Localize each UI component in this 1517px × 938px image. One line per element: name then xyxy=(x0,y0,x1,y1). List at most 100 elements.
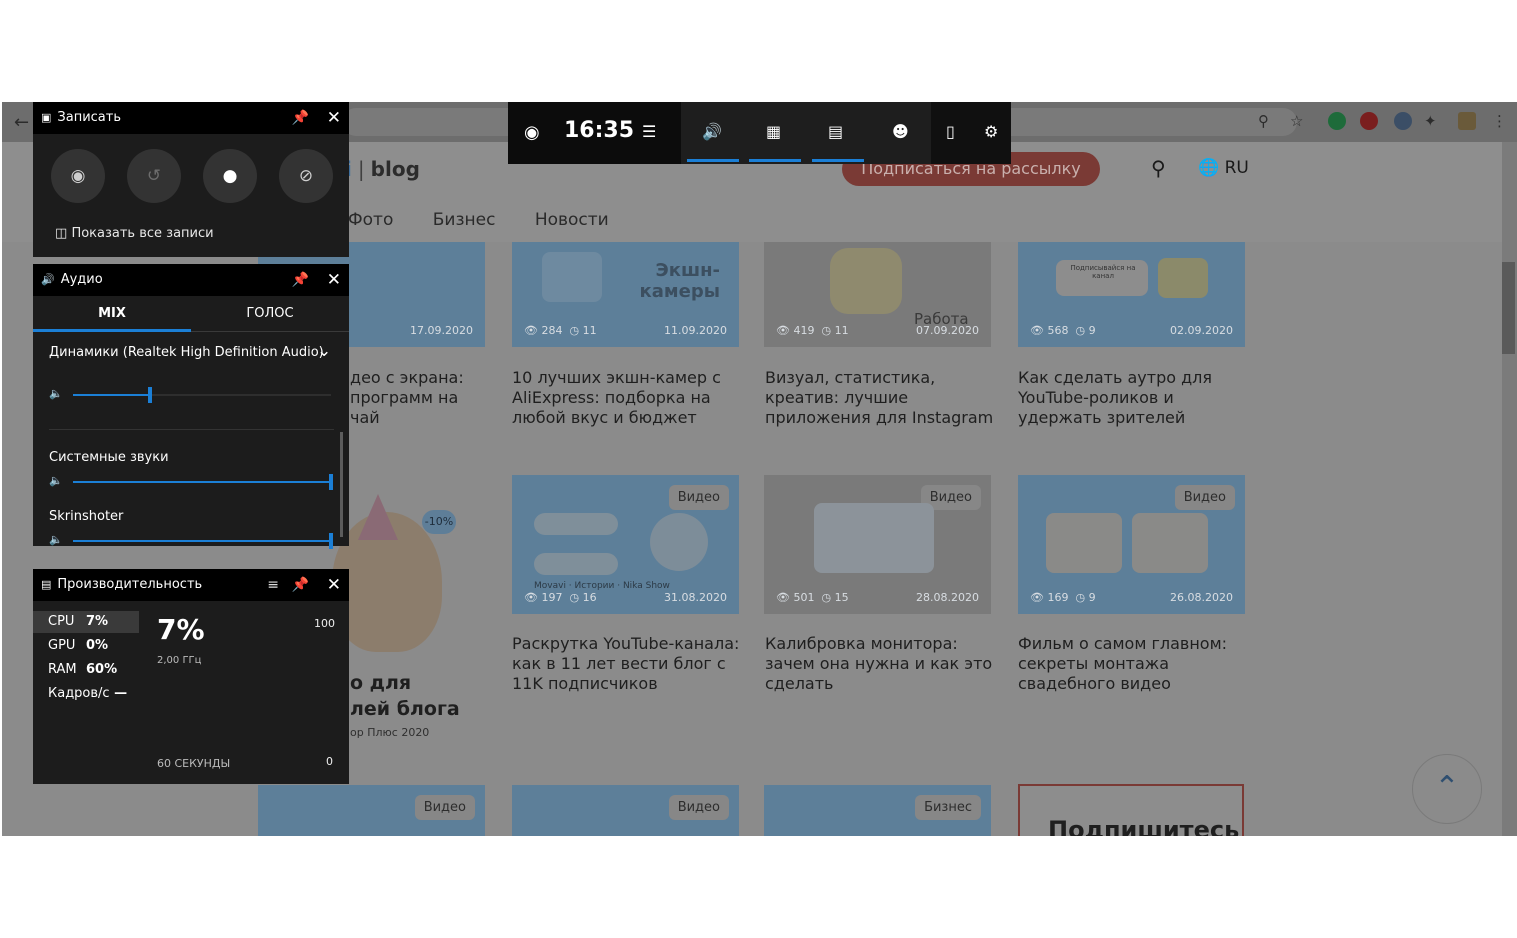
clock-icon: ◷ xyxy=(821,324,832,337)
close-icon[interactable]: ✕ xyxy=(327,264,341,296)
options-icon[interactable]: ≡ xyxy=(267,569,279,601)
star-icon[interactable]: ☆ xyxy=(1290,112,1303,130)
article-views: 501 xyxy=(793,591,815,604)
article-title[interactable]: Как сделать аутро для YouTube-роликов и … xyxy=(1018,368,1250,428)
nav-item-news[interactable]: Новости xyxy=(535,210,609,230)
audio-widget-icon[interactable]: 🔊 xyxy=(702,122,722,141)
audio-scrollbar[interactable] xyxy=(340,432,343,537)
article-image[interactable]: Видео 👁 169 ◷ 9 26.08.2020 xyxy=(1018,475,1245,614)
avatar-icon[interactable] xyxy=(1458,112,1476,130)
promo-title-line2[interactable]: лей блога xyxy=(350,698,460,720)
article-read-time: 11 xyxy=(834,324,849,337)
article-image[interactable]: Бизнес xyxy=(764,785,991,836)
article-title[interactable]: 10 лучших экшн-камер с AliExpress: подбо… xyxy=(512,368,744,428)
party-hat-icon xyxy=(358,494,398,540)
pin-icon[interactable]: 📌 xyxy=(292,102,309,134)
show-all-captures-link[interactable]: ◫ Показать все записи xyxy=(55,226,214,241)
perf-stat-ram[interactable]: RAM 60% xyxy=(33,659,139,681)
search-icon[interactable]: ⚲ xyxy=(1151,156,1166,180)
article-date: 26.08.2020 xyxy=(1170,591,1233,604)
capture-widget-header: ▣ Записать 📌 ✕ xyxy=(33,102,349,134)
article-title[interactable]: Раскрутка YouTube-канала: как в 11 лет в… xyxy=(512,634,744,694)
logo-blog: blog xyxy=(370,157,420,181)
start-recording-button[interactable]: ● xyxy=(203,149,257,203)
mic-toggle-button[interactable]: ⊘ xyxy=(279,149,333,203)
article-image[interactable]: Видео 👁 501 ◷ 15 28.08.2020 xyxy=(764,475,991,614)
promo-title-line1[interactable]: о для xyxy=(350,672,411,694)
article-image[interactable]: Видео xyxy=(258,785,485,836)
article-date: 31.08.2020 xyxy=(664,591,727,604)
subscribe-block[interactable]: Подпишитесь xyxy=(1018,784,1244,836)
adblock-icon[interactable] xyxy=(1360,112,1378,130)
tab-voice[interactable]: ГОЛОС xyxy=(191,296,349,332)
app-volume-slider[interactable] xyxy=(73,474,333,490)
audio-widget-header: 🔊 Аудио 📌 ✕ xyxy=(33,264,349,296)
article-views: 284 xyxy=(541,324,563,337)
article-image[interactable]: Работа 👁 419 ◷ 11 07.09.2020 xyxy=(764,242,991,347)
chevron-down-icon[interactable]: ⌄ xyxy=(317,341,331,361)
tab-mix[interactable]: MIX xyxy=(33,296,191,332)
article-views: 568 xyxy=(1047,324,1069,337)
close-icon[interactable]: ✕ xyxy=(327,102,341,134)
menu-icon[interactable]: ☰ xyxy=(642,122,656,141)
nav-item-business[interactable]: Бизнес xyxy=(433,210,496,230)
camera-icon: ◉ xyxy=(70,166,86,186)
eye-icon: 👁 xyxy=(776,324,790,337)
active-indicator xyxy=(749,159,801,162)
record-icon: ● xyxy=(222,166,238,186)
capture-icon: ▣ xyxy=(41,111,52,124)
article-image[interactable]: Подписывайся на канал 👁 568 ◷ 9 02.09.202… xyxy=(1018,242,1245,347)
pin-icon[interactable]: 📌 xyxy=(292,569,309,601)
mouse-icon[interactable]: ▯ xyxy=(946,122,955,141)
stat-label: Кадров/с xyxy=(48,686,110,701)
article-image[interactable]: Видео Movavi · Истории · Nika Show 👁 197… xyxy=(512,475,739,614)
audio-widget: 🔊 Аудио 📌 ✕ MIX ГОЛОС Динамики (Realtek H… xyxy=(33,264,349,549)
article-read-time: 15 xyxy=(834,591,849,604)
article-date: 02.09.2020 xyxy=(1170,324,1233,337)
audio-widget-title: Аудио xyxy=(60,272,103,287)
perf-stat-cpu[interactable]: CPU 7% xyxy=(33,611,139,633)
eye-icon: 👁 xyxy=(1030,324,1044,337)
settings-icon[interactable]: ⚙ xyxy=(984,122,998,141)
article-views: 197 xyxy=(541,591,563,604)
article-date: 17.09.2020 xyxy=(410,324,473,337)
arrow-left-icon[interactable]: ← xyxy=(14,112,29,133)
app-volume-slider[interactable] xyxy=(73,533,333,549)
output-device-label[interactable]: Динамики (Realtek High Definition Audio) xyxy=(49,345,324,360)
article-image[interactable]: Видео xyxy=(512,785,739,836)
close-icon[interactable]: ✕ xyxy=(327,569,341,601)
article-title[interactable]: Калибровка монитора: зачем она нужна и к… xyxy=(765,634,997,694)
active-indicator xyxy=(812,159,864,162)
article-title[interactable]: Фильм о самом главном: секреты монтажа с… xyxy=(1018,634,1250,694)
volume-icon: 🔈 xyxy=(49,474,63,487)
language-switch[interactable]: 🌐 RU xyxy=(1198,158,1249,178)
chevron-up-icon: ⌃ xyxy=(1434,770,1460,805)
xbox-icon[interactable]: ◉ xyxy=(524,122,540,143)
master-volume-slider[interactable] xyxy=(73,387,331,403)
scroll-to-top-button[interactable]: ⌃ xyxy=(1412,754,1482,824)
article-title[interactable]: Визуал, статистика, креатив: лучшие прил… xyxy=(765,368,997,428)
screenshot-button[interactable]: ◉ xyxy=(51,149,105,203)
pin-icon[interactable]: 📌 xyxy=(292,264,309,296)
graph-min: 0 xyxy=(326,755,333,768)
scrollbar-thumb[interactable] xyxy=(1502,262,1515,354)
globe-icon: 🌐 xyxy=(1198,158,1220,178)
zoom-out-icon[interactable]: ⚲ xyxy=(1258,112,1269,130)
scrollbar-track[interactable] xyxy=(1502,142,1517,836)
record-last-button[interactable]: ↺ xyxy=(127,149,181,203)
article-image[interactable]: Экшн- камеры 👁 284 ◷ 11 11.09.2020 xyxy=(512,242,739,347)
extension-icon[interactable] xyxy=(1394,112,1412,130)
performance-widget-icon[interactable]: ▤ xyxy=(828,122,843,141)
puzzle-icon[interactable]: ✦ xyxy=(1424,112,1437,130)
volume-icon: 🔈 xyxy=(49,387,63,400)
article-read-time: 9 xyxy=(1088,591,1096,604)
nav-item-photo[interactable]: Фото xyxy=(348,210,393,230)
stat-label: CPU xyxy=(48,614,75,629)
social-widget-icon[interactable]: ☻ xyxy=(892,122,909,141)
kebab-menu-icon[interactable]: ⋮ xyxy=(1492,112,1507,130)
stat-value: 7% xyxy=(86,614,109,629)
grammarly-icon[interactable] xyxy=(1328,112,1346,130)
perf-stat-gpu[interactable]: GPU 0% xyxy=(33,635,139,657)
capture-widget-icon[interactable]: ▦ xyxy=(766,122,781,141)
perf-stat-fps[interactable]: Кадров/с — xyxy=(33,683,173,705)
